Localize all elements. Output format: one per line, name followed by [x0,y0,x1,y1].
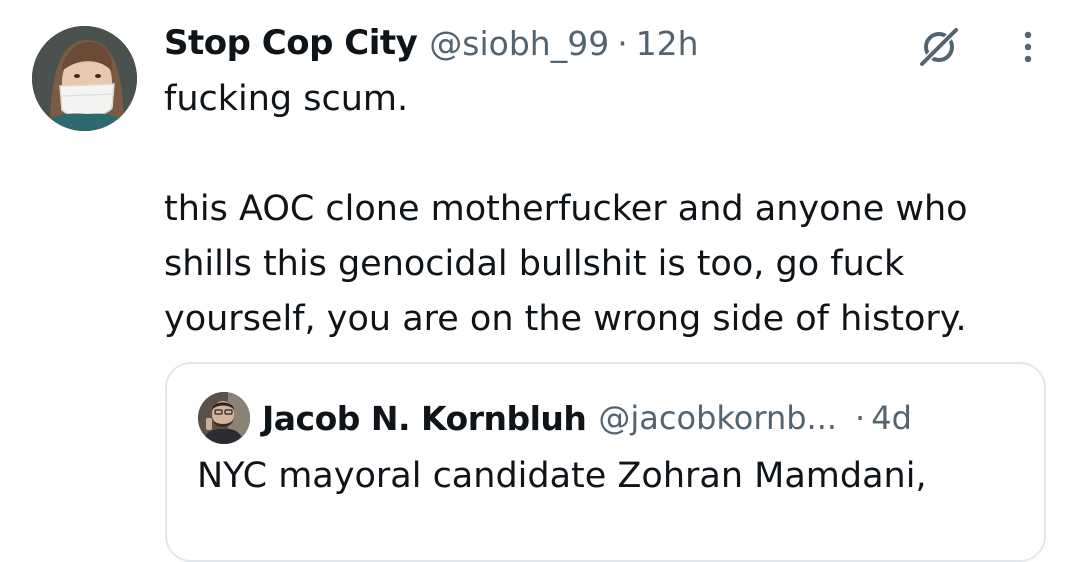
quoted-author-avatar [198,392,250,444]
tweet-text-line: this AOC clone motherfucker and anyone w… [164,189,968,229]
quoted-author-name[interactable]: Jacob N. Kornbluh [262,399,587,438]
tweet-timestamp[interactable]: 12h [636,24,699,63]
author-handle[interactable]: @siobh_99 [429,24,609,63]
grok-button[interactable] [914,22,964,72]
author-name[interactable]: Stop Cop City [164,23,418,63]
tweet-text-line: yourself, you are on the wrong side of h… [164,299,967,339]
tweet-header: Stop Cop City @siobh_99 · 12h [164,18,699,68]
author-avatar[interactable] [32,26,137,131]
quoted-tweet-timestamp[interactable]: 4d [871,399,912,437]
bearded-person-avatar-icon [198,392,250,444]
quoted-tweet-text: NYC mayoral candidate Zohran Mamdani, [197,456,927,496]
masked-person-avatar-icon [32,26,137,131]
more-button[interactable] [1008,22,1048,72]
tweet-text: fucking scum. this AOC clone motherfucke… [164,72,1064,347]
more-vertical-icon [1024,31,1032,63]
tweet-text-line: fucking scum. [164,79,409,119]
quoted-tweet-header: Jacob N. Kornbluh @jacobkornb... · 4d [262,392,912,444]
grok-icon [919,27,959,67]
tweet-text-line [164,127,1064,182]
quoted-header-separator: · [855,399,866,437]
tweet-text-line: shills this genocidal bullshit is too, g… [164,244,905,284]
header-separator: · [617,23,628,63]
quoted-tweet[interactable]: Jacob N. Kornbluh @jacobkornb... · 4d NY… [165,362,1046,562]
quoted-author-handle[interactable]: @jacobkornb... [598,399,837,437]
